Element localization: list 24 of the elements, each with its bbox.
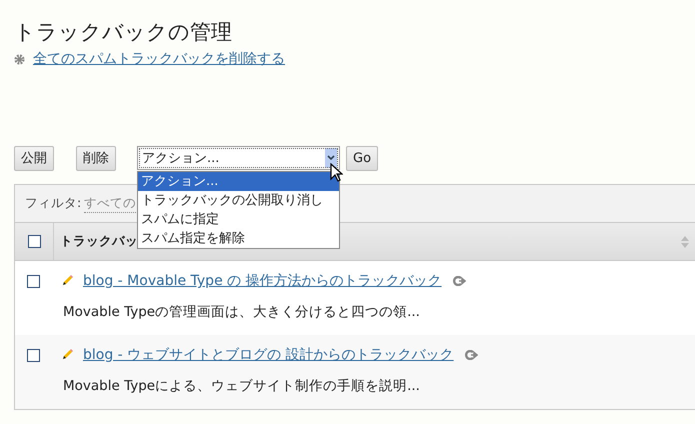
excerpt-text: Movable Typeによる、ウェブサイト制作の手順を説明... (62, 377, 421, 396)
dropdown-option[interactable]: スパムに指定 (138, 210, 339, 229)
checkbox[interactable] (28, 235, 40, 248)
action-select[interactable]: アクション... (137, 146, 340, 170)
column-header[interactable]: トラックバッ (60, 233, 138, 250)
gear-icon (14, 54, 25, 64)
delete-spam-link[interactable]: 全てのスパムトラックバックを削除する (33, 50, 285, 68)
action-button[interactable]: 公開 (14, 146, 54, 170)
filter-label: フィルタ: (25, 195, 82, 212)
action-button[interactable]: 削除 (76, 146, 116, 170)
dropdown-option[interactable]: アクション... (138, 172, 339, 191)
pencil-icon[interactable] (61, 275, 73, 287)
dropdown-option[interactable]: トラックバックの公開取り消し (138, 191, 339, 210)
page-title: トラックバックの管理 (14, 19, 233, 46)
trackback-link[interactable]: blog - ウェブサイトとブログの 設計からのトラックバック (83, 346, 454, 364)
dropdown-option[interactable]: スパム指定を解除 (138, 229, 339, 248)
arrow-right-icon[interactable] (464, 350, 478, 360)
checkbox[interactable] (26, 348, 40, 362)
arrow-right-icon[interactable] (452, 276, 466, 286)
trackback-link[interactable]: blog - Movable Type の 操作方法からのトラックバック (83, 272, 442, 290)
excerpt-text: Movable Typeの管理画面は、大きく分けると四つの領... (62, 303, 421, 322)
checkbox[interactable] (26, 274, 40, 288)
go-button[interactable]: Go (346, 146, 378, 170)
pencil-icon[interactable] (61, 349, 73, 361)
